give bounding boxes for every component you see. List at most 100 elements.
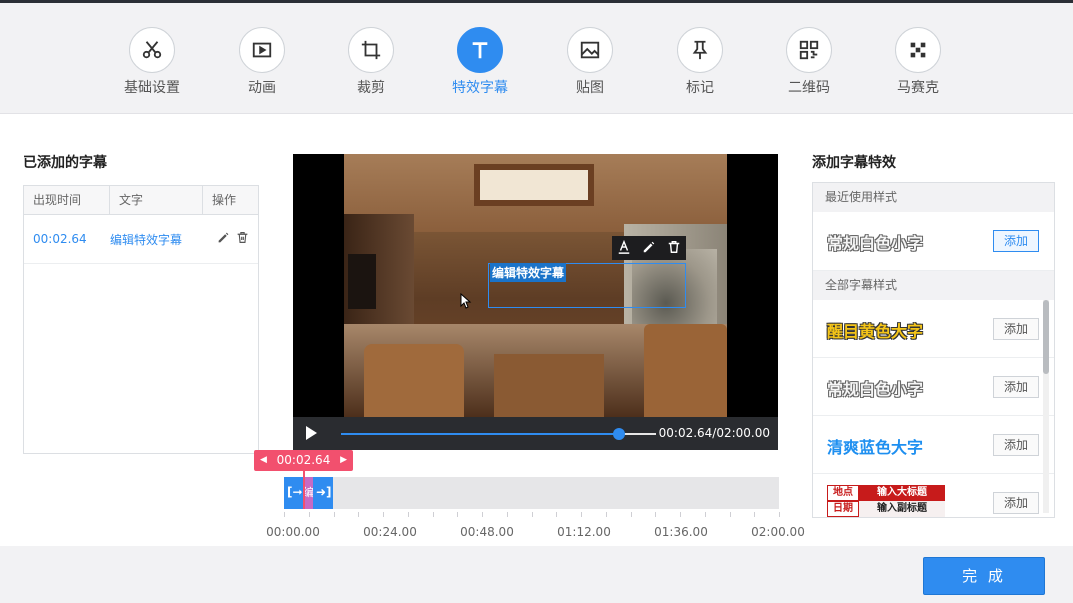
template-label: 地点 [827,485,859,501]
subtitle-editor: 基础设置 动画 裁剪 特效字幕 贴图 标记 二维码 马赛克 已添加的字幕 出现时… [0,0,1073,603]
timeline-tick [358,512,359,517]
progress-knob[interactable] [613,428,625,440]
video-preview: 编辑特效字幕 00:02.64/02:00.00 [293,154,778,450]
tab-mosaic[interactable]: 马赛克 [873,27,963,97]
subtitle-list-header: 出现时间 文字 操作 [24,186,258,215]
timeline-tick [705,512,706,517]
subtitle-list: 出现时间 文字 操作 00:02.64 编辑特效字幕 [23,185,259,454]
tab-label: 马赛克 [897,80,939,96]
tick-label: 01:12.00 [557,525,611,539]
template-label: 输入大标题 [859,485,945,501]
tick-label: 00:48.00 [460,525,514,539]
timeline-tick [655,512,656,517]
add-effect-title: 添加字幕特效 [812,155,896,171]
caret-left-icon[interactable]: ◀ [260,450,267,471]
playback-controls: 00:02.64/02:00.00 [293,417,778,450]
video-frame: 编辑特效字幕 [344,154,727,417]
tab-animation[interactable]: 动画 [217,27,307,97]
style-preview: 醒目黄色大字 [827,322,924,341]
tick-label: 02:00.00 [751,525,805,539]
timeline-track[interactable]: [➞ 编 ➜] [284,477,779,509]
timeline-tick [556,512,557,517]
image-icon [567,27,613,73]
title-template-preview: 地点 输入大标题 日期 输入副标题 [827,485,945,517]
progress-track[interactable] [341,428,656,440]
tab-label: 基础设置 [124,80,180,96]
tool-bar: 基础设置 动画 裁剪 特效字幕 贴图 标记 二维码 马赛克 [0,3,1073,114]
text-style-icon[interactable] [617,239,631,258]
style-preview: 常规白色小字 [827,234,924,253]
trash-icon[interactable] [667,239,681,258]
subtitle-clip[interactable]: [➞ 编 ➜] [284,477,333,509]
column-header-actions: 操作 [212,193,237,207]
progress-fill [341,433,619,435]
effect-list-scrollbar[interactable] [1043,300,1049,513]
trash-icon[interactable] [236,231,249,247]
clip-start-handle-icon[interactable]: [➞ [287,485,303,499]
tab-basic-settings[interactable]: 基础设置 [107,27,197,97]
list-item: 常规白色小字 添加 [813,212,1054,271]
tab-label: 贴图 [576,80,604,96]
timeline-tick [754,512,755,517]
pin-icon [677,27,723,73]
play-icon[interactable] [303,425,319,441]
timeline-ticks [284,512,780,518]
timeline-tick [730,512,731,517]
tab-sticker[interactable]: 贴图 [545,27,635,97]
timeline-tick [581,512,582,517]
subtitle-time[interactable]: 00:02.64 [24,232,110,246]
tab-qr-code[interactable]: 二维码 [764,27,854,97]
timeline-tick [334,512,335,517]
timeline-tick [284,512,285,517]
tab-marker[interactable]: 标记 [655,27,745,97]
timeline-tick [457,512,458,517]
footer-bar [0,546,1073,603]
tab-label: 特效字幕 [452,80,508,96]
style-preview: 常规白色小字 [827,380,924,399]
style-preview: 清爽蓝色大字 [827,438,924,457]
tab-label: 裁剪 [357,80,385,96]
play-frame-icon [239,27,285,73]
scrollbar-thumb[interactable] [1043,300,1049,374]
timeline-tick [433,512,434,517]
subtitle-overlay-text[interactable]: 编辑特效字幕 [490,263,567,282]
list-item: 醒目黄色大字 添加 [813,300,1054,358]
timeline-playhead[interactable] [303,471,305,509]
tick-label: 00:24.00 [363,525,417,539]
all-styles-header: 全部字幕样式 [813,271,1054,300]
tick-label: 01:36.00 [654,525,708,539]
timeline-tick [606,512,607,517]
add-style-button[interactable]: 添加 [993,492,1039,514]
caret-right-icon[interactable]: ▶ [340,450,347,471]
edit-icon[interactable] [217,231,230,247]
tab-crop[interactable]: 裁剪 [326,27,416,97]
add-style-button[interactable]: 添加 [993,318,1039,340]
timeline-cursor-tag[interactable]: ◀ 00:02.64 ▶ [254,450,353,471]
add-style-button[interactable]: 添加 [993,434,1039,456]
pencil-icon[interactable] [642,239,656,258]
tab-effect-subtitle[interactable]: 特效字幕 [435,27,525,97]
clip-end-handle-icon[interactable]: ➜] [316,485,332,499]
added-subtitles-title: 已添加的字幕 [23,155,107,171]
overlay-toolbar [612,236,686,260]
done-button[interactable]: 完 成 [923,557,1045,595]
playback-time: 00:02.64/02:00.00 [658,426,770,440]
subtitle-text[interactable]: 编辑特效字幕 [110,231,203,248]
tab-label: 二维码 [788,80,830,96]
timeline-tick [383,512,384,517]
column-header-time: 出现时间 [24,186,110,214]
timeline-tick [507,512,508,517]
recent-styles-header: 最近使用样式 [813,183,1054,212]
timeline-tick [532,512,533,517]
tab-label: 动画 [248,80,276,96]
timeline-tick [779,512,780,517]
mosaic-icon [895,27,941,73]
add-style-button[interactable]: 添加 [993,230,1039,252]
effect-list: 最近使用样式 常规白色小字 添加 全部字幕样式 醒目黄色大字 添加 常规白色小字… [812,182,1055,518]
table-row[interactable]: 00:02.64 编辑特效字幕 [24,215,258,264]
add-style-button[interactable]: 添加 [993,376,1039,398]
qr-code-icon [786,27,832,73]
crop-icon [348,27,394,73]
tick-label: 00:00.00 [266,525,320,539]
timeline-tick [631,512,632,517]
